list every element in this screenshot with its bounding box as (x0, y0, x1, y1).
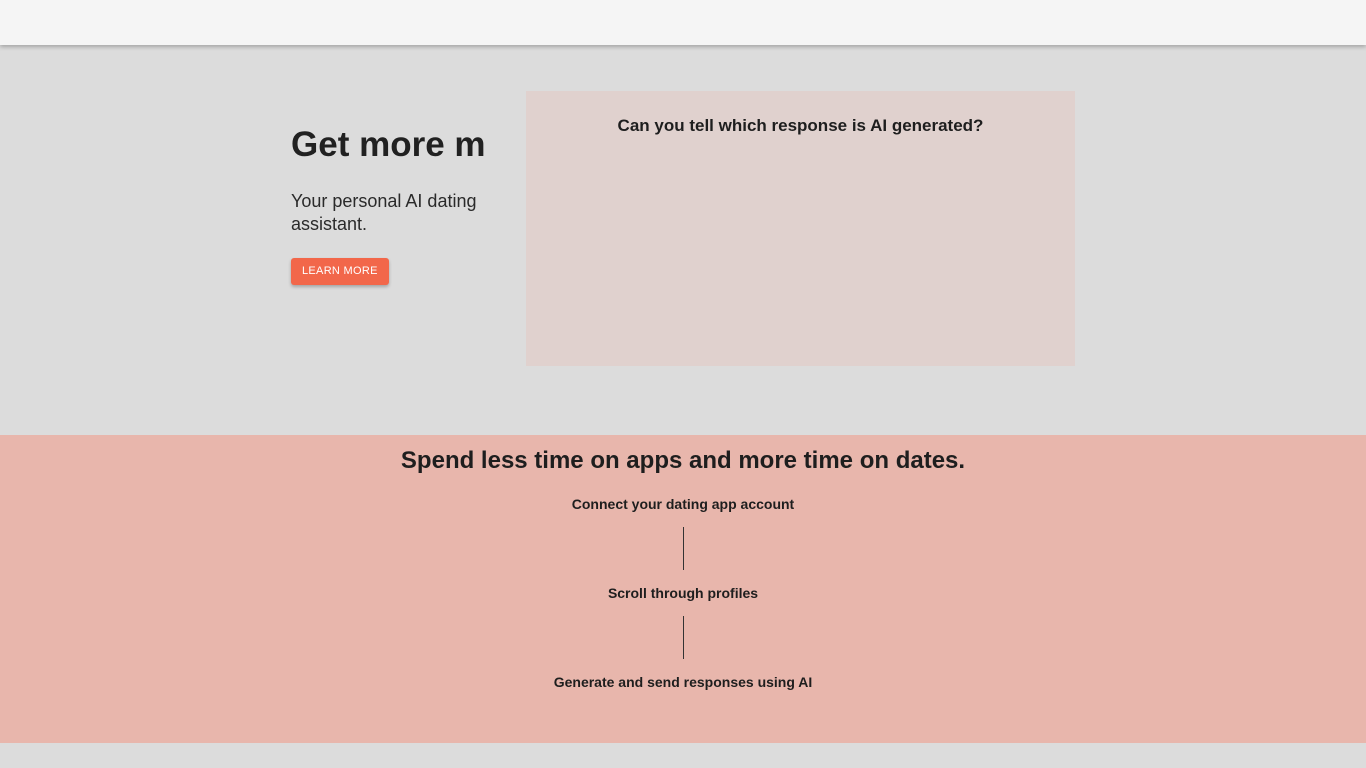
step-generate-responses: Generate and send responses using AI (553, 674, 813, 690)
hero-section: Get more m Your personal AI dating assis… (0, 45, 1366, 435)
step-connect-account: Connect your dating app account (571, 496, 795, 512)
step-connector-line (682, 616, 684, 659)
hero-title: Get more m (291, 125, 486, 164)
demo-card-title: Can you tell which response is AI genera… (617, 116, 984, 135)
step-connector-line (682, 527, 684, 570)
hero-text-block: Get more m Your personal AI dating assis… (291, 125, 491, 285)
top-nav-bar (0, 0, 1366, 45)
step-scroll-profiles: Scroll through profiles (607, 585, 759, 601)
hero-subtitle: Your personal AI dating assistant. (291, 191, 477, 234)
learn-more-button[interactable]: LEARN MORE (291, 258, 389, 285)
how-it-works-heading: Spend less time on apps and more time on… (400, 447, 966, 474)
ai-demo-card: Can you tell which response is AI genera… (526, 91, 1075, 366)
how-it-works-section: Spend less time on apps and more time on… (0, 435, 1366, 743)
footer-strip (0, 743, 1366, 768)
